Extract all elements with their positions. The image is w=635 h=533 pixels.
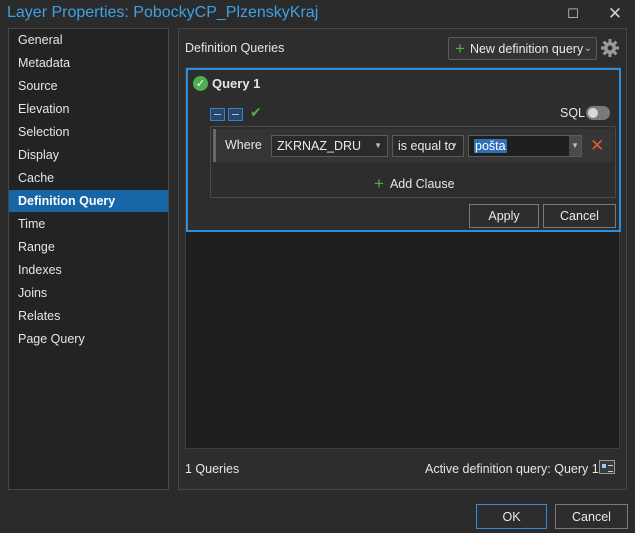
validate-icon[interactable]: ✔ (250, 104, 262, 121)
sidebar-item-indexes[interactable]: Indexes (9, 259, 168, 281)
sql-mode-icon[interactable] (228, 108, 243, 121)
sidebar-item-page-query[interactable]: Page Query (9, 328, 168, 350)
sql-toggle[interactable] (586, 106, 610, 120)
title-bar: Layer Properties: PobockyCP_PlzenskyKraj… (0, 0, 635, 28)
field-value: ZKRNAZ_DRU (277, 139, 362, 153)
where-label: Where (225, 138, 262, 152)
window-title: Layer Properties: PobockyCP_PlzenskyKraj (7, 4, 319, 21)
sidebar-item-definition-query[interactable]: Definition Query (9, 190, 168, 212)
sidebar-item-relates[interactable]: Relates (9, 305, 168, 327)
add-clause-label: Add Clause (389, 176, 455, 191)
gear-icon[interactable] (600, 38, 620, 58)
add-clause-button[interactable]: + Add Clause (374, 175, 455, 192)
value-text: pošta (474, 139, 507, 153)
chevron-down-icon: ▼ (450, 141, 458, 150)
query-cancel-button[interactable]: Cancel (543, 204, 616, 228)
remove-clause-icon[interactable]: ✕ (590, 136, 604, 156)
sidebar-item-cache[interactable]: Cache (9, 167, 168, 189)
sidebar-item-selection[interactable]: Selection (9, 121, 168, 143)
new-definition-query-label: New definition query (469, 41, 584, 56)
sidebar-item-joins[interactable]: Joins (9, 282, 168, 304)
sidebar-item-source[interactable]: Source (9, 75, 168, 97)
clause-box: Where ZKRNAZ_DRU ▼ is equal to ▼ pošta ▼… (210, 126, 616, 198)
panel-heading: Definition Queries (185, 41, 285, 55)
close-icon[interactable]: ✕ (600, 2, 630, 26)
query-title[interactable]: Query 1 (212, 76, 260, 91)
active-query-label: Active definition query: Query 1 (425, 462, 599, 476)
ok-button[interactable]: OK (476, 504, 547, 529)
sidebar-item-general[interactable]: General (9, 29, 168, 51)
sidebar: General Metadata Source Elevation Select… (8, 28, 169, 490)
cancel-button[interactable]: Cancel (555, 504, 628, 529)
sidebar-item-display[interactable]: Display (9, 144, 168, 166)
chevron-down-icon: ▼ (374, 141, 382, 150)
query-count: 1 Queries (185, 462, 240, 476)
minimize-icon[interactable]: ☐ (558, 2, 588, 26)
clause-mode-icon[interactable] (210, 108, 225, 121)
definition-query-panel: Definition Queries + New definition quer… (178, 28, 627, 490)
operator-value: is equal to (398, 139, 455, 153)
sidebar-item-elevation[interactable]: Elevation (9, 98, 168, 120)
active-query-icon[interactable] (599, 460, 615, 474)
queries-list: ✓ Query 1 ✔ SQL Where ZKRNAZ_DRU ▼ is eq… (185, 67, 621, 449)
plus-icon: + (374, 174, 384, 193)
plus-icon: + (455, 39, 465, 58)
query-card[interactable]: ✓ Query 1 ✔ SQL Where ZKRNAZ_DRU ▼ is eq… (186, 68, 621, 232)
operator-dropdown[interactable]: is equal to ▼ (392, 135, 464, 157)
sidebar-item-time[interactable]: Time (9, 213, 168, 235)
clause-row: Where ZKRNAZ_DRU ▼ is equal to ▼ pošta ▼… (213, 129, 613, 162)
value-input[interactable]: pošta ▼ (468, 135, 582, 157)
sidebar-item-metadata[interactable]: Metadata (9, 52, 168, 74)
chevron-down-icon: ⌄ (583, 43, 592, 54)
sidebar-item-range[interactable]: Range (9, 236, 168, 258)
apply-button[interactable]: Apply (469, 204, 539, 228)
chevron-down-icon[interactable]: ▼ (569, 136, 581, 156)
sql-label: SQL (560, 106, 586, 120)
new-definition-query-button[interactable]: + New definition query ⌄ (448, 37, 597, 60)
field-dropdown[interactable]: ZKRNAZ_DRU ▼ (271, 135, 388, 157)
check-icon: ✓ (193, 76, 208, 91)
